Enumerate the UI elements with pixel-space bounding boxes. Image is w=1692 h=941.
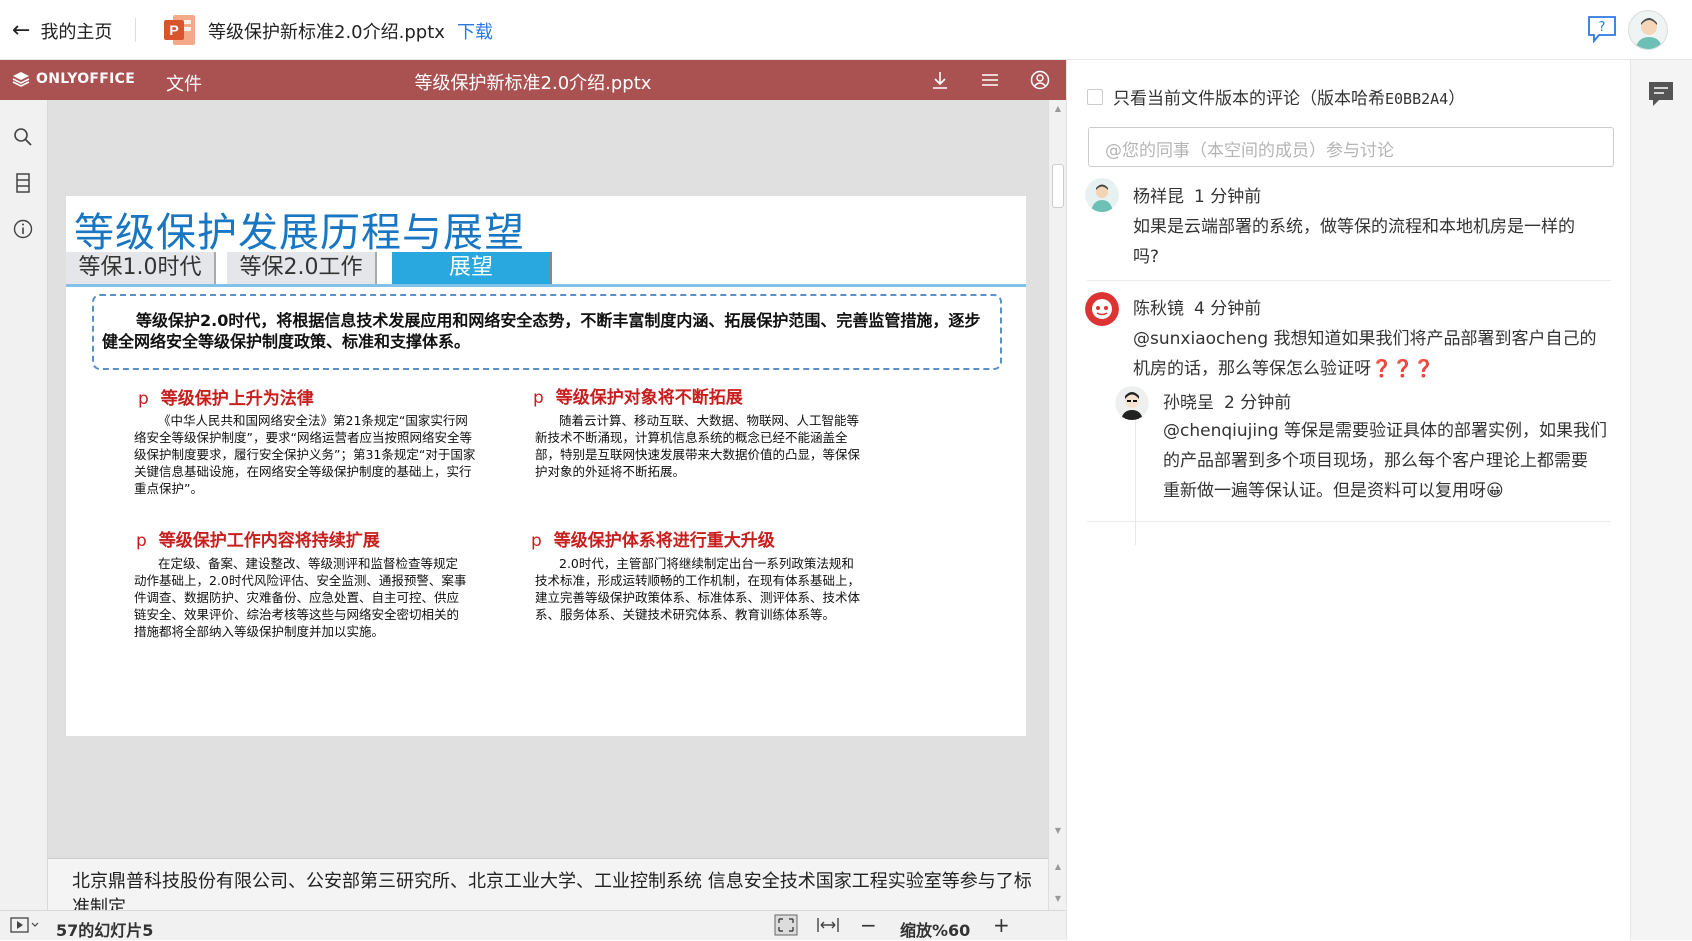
comments-icon[interactable] — [1647, 80, 1675, 108]
status-bar: 57的幻灯片5 − 缩放%60 + — [0, 910, 1066, 940]
right-rail — [1630, 60, 1692, 940]
fit-slide-button[interactable] — [774, 914, 798, 940]
vertical-scrollbar[interactable]: ▲ ▼ — [1048, 100, 1066, 858]
left-toolbar — [0, 100, 48, 912]
back-to-home-link[interactable]: ← 我的主页 — [12, 18, 112, 44]
zoom-level: 缩放%60 — [900, 921, 971, 940]
fit-width-button[interactable] — [816, 914, 840, 940]
comment-input[interactable]: @您的同事（本空间的成员）参与讨论 — [1088, 127, 1614, 167]
document-title: 等级保护新标准2.0介绍.pptx — [414, 73, 652, 94]
section-title-text: 等级保护对象将不断拓展 — [555, 388, 743, 408]
avatar — [1115, 386, 1149, 420]
comment-divider — [1087, 280, 1611, 281]
slide-title: 等级保护发展历程与展望 — [74, 210, 525, 256]
comments-panel: 只看当前文件版本的评论（版本哈希E0BB2A4） @您的同事（本空间的成员）参与… — [1066, 60, 1630, 940]
divider — [135, 18, 136, 42]
version-filter-label: 只看当前文件版本的评论（版本哈希E0BB2A4） — [1113, 89, 1466, 109]
comment-text: @sunxiaocheng 我想知道如果我们将产品部署到客户自己的 机房的话，那么… — [1133, 329, 1597, 379]
menu-icon[interactable] — [980, 70, 1000, 90]
bullet-marker: p — [136, 531, 147, 551]
slide-tab-active: 展望 — [392, 252, 552, 284]
comment-divider — [1087, 521, 1611, 522]
notes-scrollbar[interactable]: ▲ ▼ — [1048, 858, 1066, 910]
zoom-in-button[interactable]: + — [993, 913, 1010, 937]
download-icon[interactable] — [930, 70, 950, 90]
bullet-marker: p — [138, 389, 149, 409]
fit-slide-icon — [774, 914, 798, 936]
bullet-marker: p — [531, 531, 542, 551]
user-avatar[interactable] — [1628, 10, 1668, 50]
section-body-4: 2.0时代，主管部门将继续制定出台一系列政策法规和技术标准，形成运转顺畅的工作机… — [535, 556, 861, 622]
user-avatar-image — [1635, 18, 1663, 49]
section-title-text: 等级保护上升为法律 — [160, 389, 314, 409]
slideshow-play-button[interactable] — [10, 915, 40, 939]
version-filter-checkbox[interactable] — [1087, 88, 1103, 105]
svg-text:P: P — [169, 22, 178, 38]
editor-header: ONLYOFFICE 文件 等级保护新标准2.0介绍.pptx — [0, 60, 1066, 100]
account-icon[interactable] — [1030, 70, 1050, 90]
slide-notes[interactable]: 北京鼎普科技股份有限公司、公安部第三研究所、北京工业大学、工业控制系统 信息安全… — [48, 858, 1048, 910]
avatar — [1085, 178, 1119, 212]
fit-width-icon — [817, 918, 839, 932]
version-filter[interactable]: 只看当前文件版本的评论（版本哈希E0BB2A4） — [1087, 84, 1465, 109]
section-title-3: p 等级保护工作内容将持续扩展 — [136, 526, 380, 551]
avatar — [1085, 292, 1119, 326]
slide[interactable]: 等级保护发展历程与展望 等保1.0时代 等保2.0工作 展望 等级保护2.0时代… — [66, 196, 1026, 736]
back-label: 我的主页 — [40, 22, 113, 43]
slide-tab-2: 等保2.0工作 — [227, 252, 377, 284]
section-title-text: 等级保护工作内容将持续扩展 — [158, 531, 380, 551]
section-title-text: 等级保护体系将进行重大升级 — [553, 531, 775, 551]
reply-text: @chenqiujing 等保是需要验证具体的部署实例，如果我们 的产品部署到多个… — [1163, 421, 1608, 501]
comment-author: 杨祥昆 1 分钟前 — [1133, 187, 1262, 207]
slide-tab-1: 等保1.0时代 — [66, 252, 216, 284]
bullet-marker: p — [533, 388, 544, 408]
scroll-thumb[interactable] — [1052, 164, 1064, 208]
arrow-left-icon: ← — [12, 18, 31, 43]
download-link[interactable]: 下载 — [457, 18, 493, 44]
scroll-up-icon[interactable]: ▲ — [1053, 104, 1063, 114]
slide-canvas[interactable]: 等级保护发展历程与展望 等保1.0时代 等保2.0工作 展望 等级保护2.0时代… — [48, 100, 1048, 858]
info-icon[interactable] — [12, 218, 34, 240]
powerpoint-file-icon: P — [164, 15, 195, 45]
svg-text:?: ? — [1599, 20, 1606, 35]
section-body-3: 在定级、备案、建设整改、等级测评和监督检查等规定动作基础上，2.0时代风险评估、… — [134, 556, 467, 639]
intro-box: 等级保护2.0时代，将根据信息技术发展应用和网络安全态势，不断丰富制度内涵、拓展… — [92, 294, 1002, 370]
section-title-2: p 等级保护对象将不断拓展 — [533, 383, 743, 408]
reply-thread-line — [1135, 420, 1136, 545]
reply-author: 孙晓呈 2 分钟前 — [1163, 393, 1292, 413]
top-bar: ← 我的主页 P 等级保护新标准2.0介绍.pptx 下载 ? — [0, 0, 1692, 60]
comment-author: 陈秋镜 4 分钟前 — [1133, 299, 1262, 319]
section-title-1: p 等级保护上升为法律 — [138, 384, 314, 409]
notes-text: 北京鼎普科技股份有限公司、公安部第三研究所、北京工业大学、工业控制系统 信息安全… — [72, 871, 1032, 910]
file-name: 等级保护新标准2.0介绍.pptx — [208, 22, 445, 43]
section-body-2: 随着云计算、移动互联、大数据、物联网、人工智能等新技术不断涌现，计算机信息系统的… — [535, 413, 861, 479]
slide-counter: 57的幻灯片5 — [56, 921, 154, 940]
section-body-1: 《中华人民共和国网络安全法》第21条规定“国家实行网络安全等级保护制度”，要求“… — [134, 413, 476, 496]
play-icon — [10, 917, 39, 933]
comment-text: 如果是云端部署的系统，做等保的流程和本地机房是一样的 吗? — [1133, 217, 1575, 267]
section-title-4: p 等级保护体系将进行重大升级 — [531, 526, 775, 551]
slides-thumbnails-icon[interactable] — [12, 172, 34, 194]
scroll-down-icon[interactable]: ▼ — [1053, 826, 1063, 836]
search-icon[interactable] — [12, 126, 34, 148]
tab-underline — [66, 284, 1026, 287]
scroll-up-icon[interactable]: ▲ — [1053, 862, 1063, 872]
help-icon[interactable]: ? — [1587, 15, 1617, 43]
scroll-down-icon[interactable]: ▼ — [1053, 894, 1063, 904]
zoom-out-button[interactable]: − — [860, 913, 877, 937]
